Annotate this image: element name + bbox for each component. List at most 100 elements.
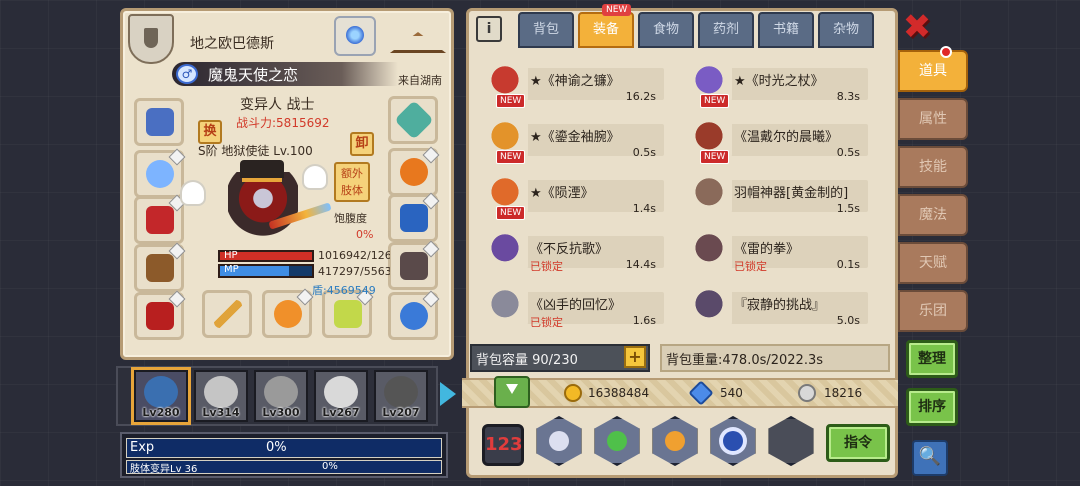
side-tab[interactable]: 道具 xyxy=(898,50,968,92)
side-tab[interactable]: 魔法 xyxy=(898,194,968,236)
equip-slot-anchor[interactable] xyxy=(388,192,440,242)
item-name: 《不反抗歌》 xyxy=(530,242,609,257)
item-name: ★《陨湮》 xyxy=(530,186,594,201)
team-member-level: Lv300 xyxy=(262,406,300,419)
slash-skill-icon xyxy=(665,431,685,451)
item-name: 羽帽神器[黄金制的] xyxy=(734,186,849,201)
ring-icon xyxy=(400,302,428,330)
item-new-badge: NEW xyxy=(496,150,526,164)
item-new-badge: NEW xyxy=(496,206,526,220)
side-tab[interactable]: 技能 xyxy=(898,146,968,188)
anchor-icon xyxy=(400,204,428,232)
inventory-item[interactable]: 《不反抗歌》 14.4s 已锁定 xyxy=(468,224,664,276)
item-icon xyxy=(686,172,732,216)
info-icon[interactable]: i xyxy=(476,16,502,42)
team-member-portrait xyxy=(264,376,298,408)
equip-slot-gauntlet[interactable] xyxy=(388,240,440,290)
inventory-item[interactable]: 《雷的拳》 0.1s 已锁定 xyxy=(672,224,868,276)
diamond-amount: 540 xyxy=(720,386,743,400)
tab-new-badge: NEW xyxy=(602,4,632,16)
search-icon[interactable]: 🔍 xyxy=(912,440,948,476)
inventory-tab[interactable]: 书籍 xyxy=(758,12,814,48)
team-member-level: Lv207 xyxy=(382,406,420,419)
inventory-item[interactable]: 《温戴尔的晨曦》 0.5s NEW xyxy=(672,112,868,164)
side-tab[interactable]: 乐团 xyxy=(898,290,968,332)
inventory-item[interactable]: ★《陨湮》 1.4s NEW xyxy=(468,168,664,220)
item-name: 《凶手的回忆》 xyxy=(530,298,622,313)
equip-slot-ring[interactable] xyxy=(388,290,440,340)
team-member-slot[interactable]: Lv280 xyxy=(134,370,188,422)
combo-button[interactable]: 123 xyxy=(482,424,524,466)
side-tab[interactable]: 属性 xyxy=(898,98,968,140)
inventory-tab[interactable]: 药剂 xyxy=(698,12,754,48)
inventory-item[interactable]: 《凶手的回忆》 1.6s 已锁定 xyxy=(468,280,664,332)
team-member-portrait xyxy=(384,376,418,408)
team-member-portrait xyxy=(144,376,178,408)
equip-slot-gloves[interactable] xyxy=(134,242,186,292)
sort-button[interactable]: 排序 xyxy=(906,388,958,426)
equip-slot-boots[interactable] xyxy=(134,290,186,340)
organize-button[interactable]: 整理 xyxy=(906,340,958,378)
extra-limb-button[interactable]: 额外肢体 xyxy=(334,162,370,202)
equip-slot-armor[interactable] xyxy=(134,194,186,244)
team-member-slot[interactable]: Lv314 xyxy=(194,370,248,422)
item-icon xyxy=(686,228,732,272)
gloves-icon xyxy=(146,254,174,282)
inventory-tab[interactable]: 背包 xyxy=(518,12,574,48)
command-button[interactable]: 指令 xyxy=(826,424,890,462)
item-locked-label: 已锁定 xyxy=(530,316,563,329)
side-tab[interactable]: 天赋 xyxy=(898,242,968,284)
team-member-portrait xyxy=(204,376,238,408)
equip-slot-necklace[interactable] xyxy=(134,148,186,198)
burst-skill-icon xyxy=(607,431,627,451)
item-weight: 8.3s xyxy=(836,90,860,103)
gauntlet-icon xyxy=(400,252,428,280)
inventory-item[interactable]: ★《神谕之镰》 16.2s NEW xyxy=(468,56,664,108)
transport-icon[interactable] xyxy=(334,16,376,56)
exp-label: Exp xyxy=(130,440,155,455)
item-weight: 1.5s xyxy=(836,202,860,215)
team-next-arrow-icon[interactable] xyxy=(440,382,456,406)
team-member-slot[interactable]: Lv207 xyxy=(374,370,428,422)
team-member-slot[interactable]: Lv267 xyxy=(314,370,368,422)
close-icon[interactable]: ✖ xyxy=(900,10,934,46)
mp-value: 417297/5563 xyxy=(318,265,390,278)
guild-crest-icon[interactable] xyxy=(128,14,174,64)
deposit-download-icon[interactable] xyxy=(494,376,530,408)
inventory-tab[interactable]: 食物 xyxy=(638,12,694,48)
equip-slot-emblem[interactable] xyxy=(388,96,438,144)
combat-power: 战斗力:5815692 xyxy=(236,116,330,130)
inventory-item[interactable]: 『寂静的挑战』 5.0s xyxy=(672,280,868,332)
wardrobe-hanger-icon[interactable] xyxy=(384,16,444,56)
item-name: 《温戴尔的晨曦》 xyxy=(734,130,839,145)
inventory-tab[interactable]: 杂物 xyxy=(818,12,874,48)
gold-amount: 16388484 xyxy=(588,386,650,400)
item-locked-label: 已锁定 xyxy=(530,260,563,273)
item-weight: 1.6s xyxy=(632,314,656,327)
inventory-tab[interactable]: 装备 xyxy=(578,12,634,48)
gun-icon xyxy=(334,300,362,328)
team-member-portrait xyxy=(324,376,358,408)
equip-slot-helmet[interactable] xyxy=(134,98,184,146)
swap-button[interactable]: 换 xyxy=(198,120,222,144)
team-member-slot[interactable]: Lv300 xyxy=(254,370,308,422)
bag-weight: 背包重量:478.0s/2022.3s xyxy=(666,353,824,368)
limb-mutation-label: 肢体变异Lv 36 xyxy=(130,464,198,475)
inventory-item[interactable]: ★《鎏金袖腕》 0.5s NEW xyxy=(468,112,664,164)
inventory-item[interactable]: 羽帽神器[黄金制的] 1.5s xyxy=(672,168,868,220)
helmet-icon xyxy=(146,108,174,136)
team-member-level: Lv314 xyxy=(202,406,240,419)
expand-capacity-button[interactable]: + xyxy=(624,346,646,368)
bag-capacity: 背包容量 90/230 xyxy=(476,353,578,368)
item-name: ★《时光之杖》 xyxy=(734,74,824,89)
item-name: 『寂静的挑战』 xyxy=(734,298,826,313)
equip-slot-staff[interactable] xyxy=(202,290,252,338)
player-name: 地之欧巴德斯 xyxy=(190,36,274,52)
equip-slot-fruit[interactable] xyxy=(262,288,314,338)
inventory-item[interactable]: ★《时光之杖》 8.3s NEW xyxy=(672,56,868,108)
class-label: 变异人 战士 xyxy=(240,97,315,113)
item-new-badge: NEW xyxy=(700,94,730,108)
equip-slot-pumpkin[interactable] xyxy=(388,146,440,196)
exp-percent: 0% xyxy=(266,440,287,455)
unequip-button[interactable]: 卸 xyxy=(350,132,374,156)
